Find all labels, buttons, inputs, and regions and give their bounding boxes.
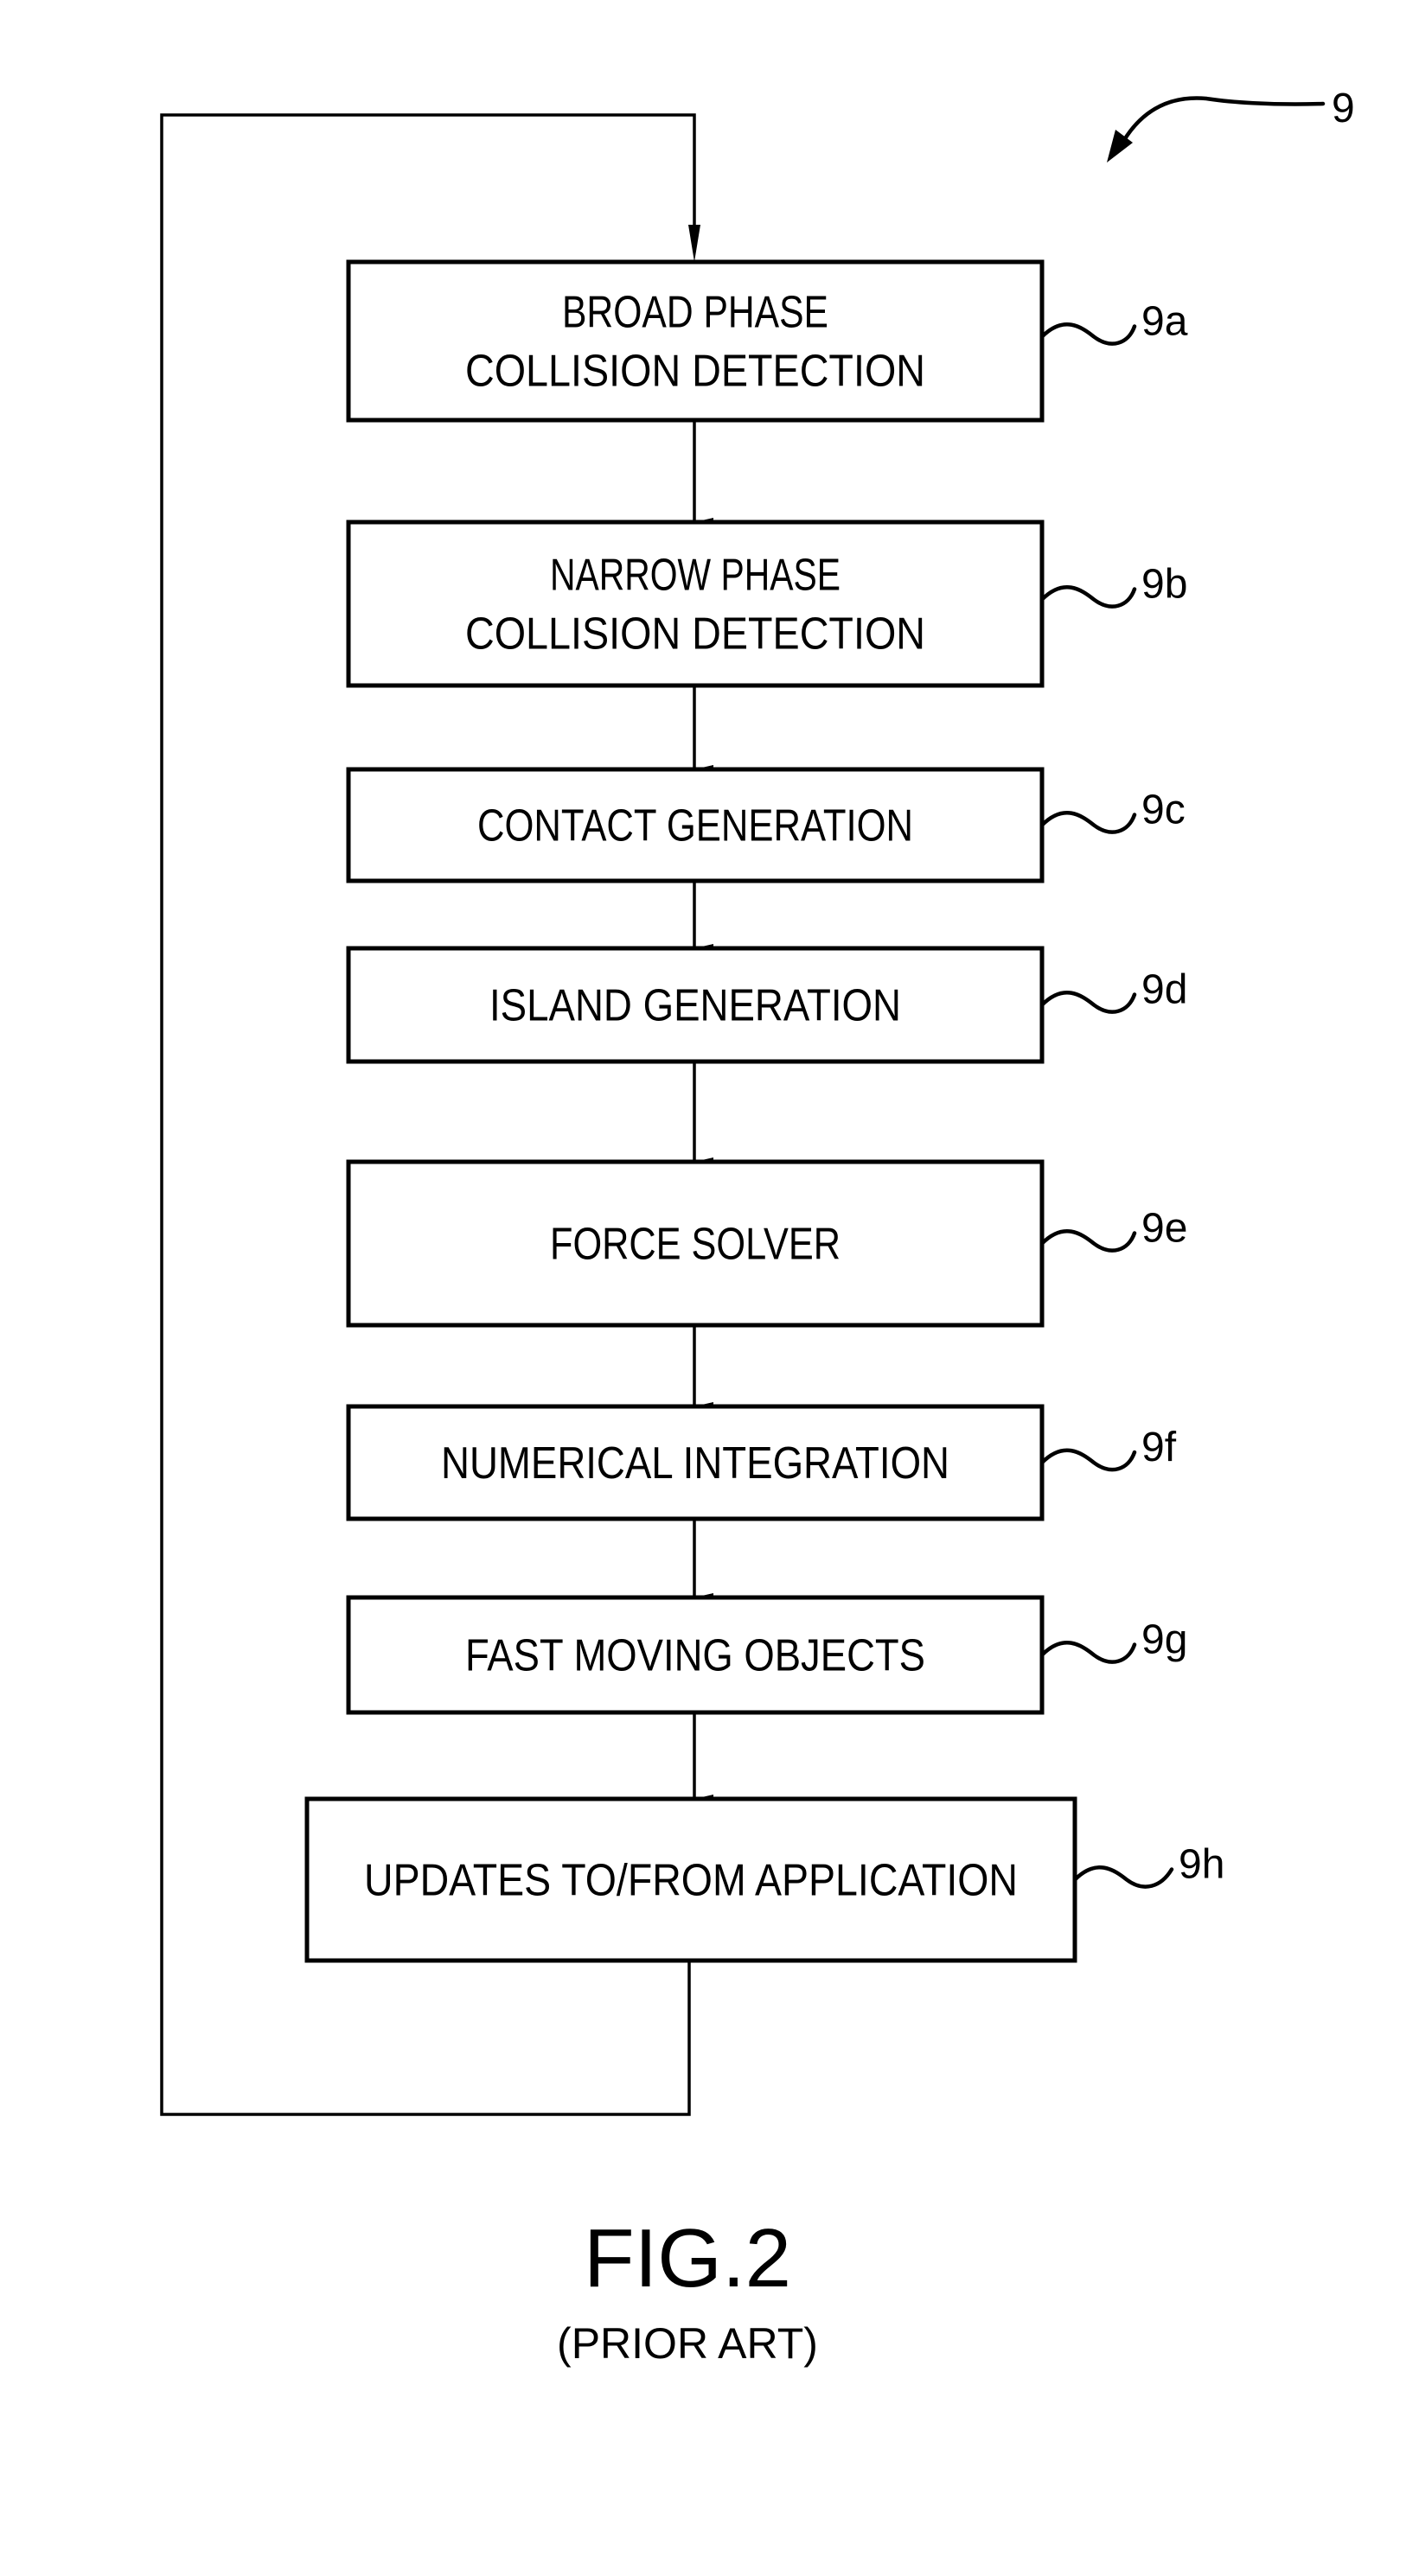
step-9h: UPDATES TO/FROM APPLICATION 9h	[304, 1796, 1224, 1963]
step-label-line: NUMERICAL INTEGRATION	[441, 1438, 949, 1489]
reference-leader	[1039, 991, 1137, 1014]
step-9a: BROAD PHASE COLLISION DETECTION 9a	[346, 259, 1188, 423]
reference-label: 9a	[1141, 299, 1188, 345]
step-label-line: COLLISION DETECTION	[465, 609, 925, 660]
reference-label: 9f	[1141, 1425, 1177, 1470]
step-label-line: COLLISION DETECTION	[465, 347, 925, 397]
step-label-line: FORCE SOLVER	[550, 1220, 841, 1270]
reference-leader	[1039, 322, 1137, 346]
step-9e: FORCE SOLVER 9e	[346, 1159, 1187, 1328]
reference-leader	[1039, 1448, 1137, 1472]
figure-caption: FIG.2	[584, 2212, 791, 2305]
step-label-line: ISLAND GENERATION	[489, 981, 901, 1031]
step-label-line: NARROW PHASE	[550, 551, 841, 601]
step-9g: FAST MOVING OBJECTS 9g	[346, 1595, 1187, 1715]
step-box	[346, 520, 1045, 688]
reference-label: 9h	[1179, 1842, 1224, 1888]
step-label-line: BROAD PHASE	[562, 288, 828, 338]
reference-label: 9e	[1141, 1206, 1187, 1252]
reference-label: 9g	[1141, 1617, 1187, 1663]
step-9b: NARROW PHASE COLLISION DETECTION 9b	[346, 520, 1187, 688]
step-9d: ISLAND GENERATION 9d	[346, 946, 1187, 1064]
reference-leader	[1072, 1865, 1174, 1889]
figure-subcaption: (PRIOR ART)	[557, 2319, 818, 2368]
figure-reference-label: 9	[1332, 86, 1355, 131]
step-label-line: CONTACT GENERATION	[477, 801, 913, 851]
reference-label: 9c	[1141, 787, 1186, 833]
step-label-line: UPDATES TO/FROM APPLICATION	[364, 1856, 1018, 1906]
flowchart-diagram: 9 BROAD PHASE COLLISION DETECTION 9a NARROW…	[160, 86, 1355, 2368]
reference-leader	[1039, 1641, 1137, 1664]
step-9c: CONTACT GENERATION 9c	[346, 767, 1186, 883]
step-label-line: FAST MOVING OBJECTS	[465, 1631, 925, 1681]
reference-label: 9d	[1141, 967, 1187, 1013]
reference-leader	[1039, 585, 1137, 609]
reference-label: 9b	[1141, 562, 1187, 608]
step-list: BROAD PHASE COLLISION DETECTION 9a NARROW P…	[304, 259, 1224, 1963]
reference-leader	[1039, 811, 1137, 834]
step-9f: NUMERICAL INTEGRATION 9f	[346, 1404, 1177, 1521]
figure-reference-leader	[1122, 96, 1326, 143]
loop-arrowhead	[688, 225, 700, 262]
reference-leader	[1039, 1229, 1137, 1253]
step-box	[346, 259, 1045, 423]
